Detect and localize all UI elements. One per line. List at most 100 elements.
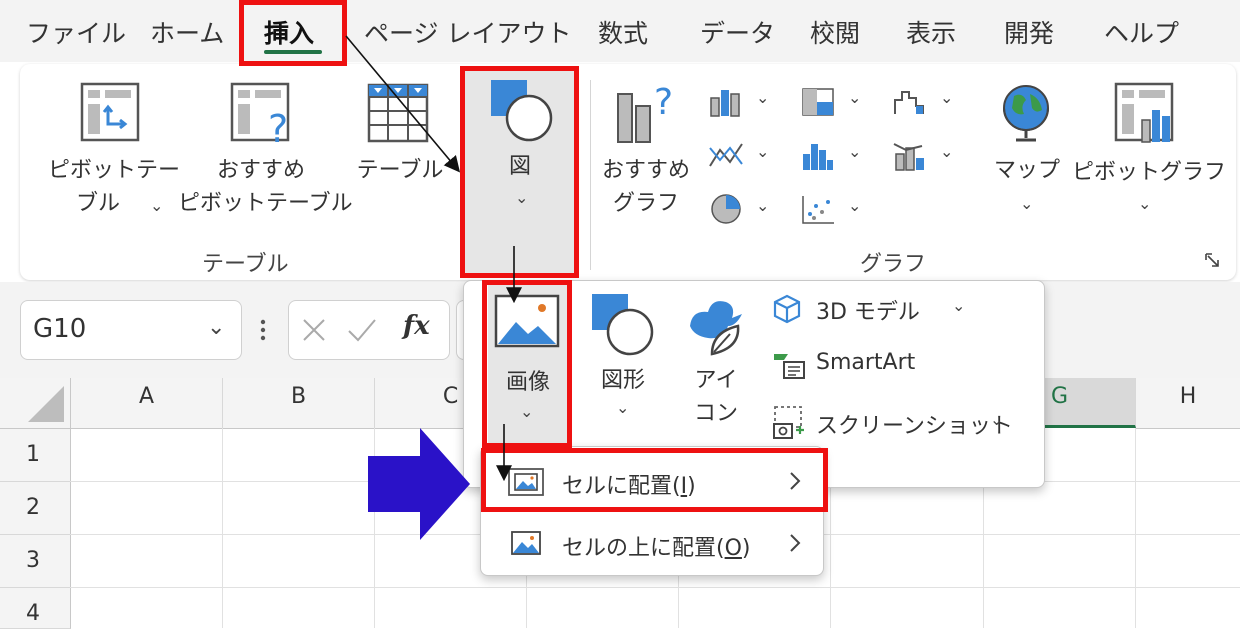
- tab-view[interactable]: 表示: [906, 14, 956, 50]
- shapes-icon: [592, 294, 654, 356]
- 3d-models-button[interactable]: 3D モデル ⌄: [772, 290, 1022, 328]
- pivot-table-label-2: ブル: [75, 191, 120, 216]
- chevron-down-icon: ⌄: [756, 196, 770, 215]
- dialog-launcher-icon[interactable]: [1204, 252, 1222, 270]
- cancel-icon[interactable]: [301, 317, 327, 343]
- shapes-label: 図形: [600, 368, 645, 393]
- chevron-down-icon: ⌄: [940, 142, 954, 161]
- line-chart-button[interactable]: ⌄: [708, 138, 778, 174]
- chevron-down-icon[interactable]: ⌄: [207, 315, 225, 340]
- grid-line: [1135, 428, 1136, 628]
- highlight-picture: [482, 280, 572, 448]
- column-chart-icon: [710, 90, 740, 117]
- smartart-icon: [774, 354, 805, 379]
- tab-data[interactable]: データ: [700, 14, 775, 50]
- chevron-down-icon: ⌄: [952, 296, 966, 315]
- recommended-pivot-button[interactable]: ? おすすめ ピボットテーブル: [178, 78, 353, 224]
- waterfall-chart-button[interactable]: ⌄: [892, 84, 962, 120]
- ribbon-separator: [590, 80, 591, 270]
- grid-line: [374, 428, 375, 628]
- screenshot-button[interactable]: スクリーンショット ⌄: [772, 402, 1022, 442]
- select-all-icon: [28, 386, 64, 422]
- pivot-table-label-1: ピボットテー: [48, 158, 181, 183]
- recommended-pivot-icon: ?: [230, 82, 290, 150]
- chevron-right-icon: [790, 534, 801, 552]
- recommended-pivot-label-2: ピボットテーブル: [178, 191, 353, 216]
- scatter-chart-icon: [802, 196, 834, 224]
- menu-bar: ファイル ホーム 挿入 ページ レイアウト 数式 データ 校閲 表示 開発 ヘル…: [0, 0, 1240, 62]
- chevron-down-icon: ⌄: [616, 398, 630, 417]
- waterfall-chart-icon: [894, 91, 924, 114]
- table-icon: [367, 83, 429, 143]
- tab-formulas[interactable]: 数式: [598, 14, 648, 50]
- chart-group-label: グラフ: [860, 252, 927, 277]
- pivot-chart-label: ピボットグラフ: [1072, 160, 1227, 185]
- row-header-2[interactable]: 2: [0, 482, 71, 535]
- recommended-charts-icon: ?: [617, 82, 673, 143]
- select-all-button[interactable]: [0, 378, 71, 429]
- svg-text:?: ?: [654, 82, 673, 123]
- highlight-place-in-cell: [481, 448, 828, 512]
- column-header-b[interactable]: B: [223, 378, 375, 429]
- more-options-icon[interactable]: [258, 318, 268, 342]
- smartart-label: SmartArt: [816, 350, 916, 375]
- table-button[interactable]: テーブル: [350, 78, 450, 224]
- row-header-1[interactable]: 1: [0, 429, 71, 482]
- table-group-label: テーブル: [202, 252, 289, 277]
- maps-label: マップ: [993, 158, 1060, 183]
- recommended-charts-label-1: おすすめ: [601, 158, 690, 183]
- pivot-table-icon: [80, 82, 140, 142]
- highlight-insert-tab: [239, 0, 347, 66]
- tab-review[interactable]: 校閲: [810, 14, 860, 50]
- hierarchy-chart-button[interactable]: ⌄: [800, 84, 870, 120]
- name-box[interactable]: G10 ⌄: [20, 300, 242, 360]
- grid-line: [222, 428, 223, 628]
- column-header-h[interactable]: H: [1136, 378, 1240, 429]
- screenshot-camera-icon: [773, 406, 804, 439]
- tab-page-layout[interactable]: ページ レイアウト: [364, 14, 571, 50]
- chevron-down-icon: ⌄: [1138, 194, 1152, 213]
- tab-help[interactable]: ヘルプ: [1104, 14, 1179, 50]
- tab-home[interactable]: ホーム: [150, 14, 224, 50]
- place-over-cells-label: セルの上に配置(O): [562, 536, 751, 561]
- pie-chart-button[interactable]: ⌄: [708, 192, 778, 228]
- insert-function-icon[interactable]: fx: [403, 311, 430, 341]
- highlight-illustrations: [460, 66, 579, 278]
- table-label: テーブル: [356, 158, 444, 183]
- smartart-button[interactable]: SmartArt: [772, 346, 1022, 384]
- icons-button[interactable]: アイ コン: [676, 284, 756, 444]
- place-over-cells-icon: [511, 531, 541, 555]
- tab-developer[interactable]: 開発: [1004, 14, 1054, 50]
- scatter-chart-button[interactable]: ⌄: [800, 192, 870, 228]
- row-header-4[interactable]: 4: [0, 588, 71, 629]
- recommended-charts-button[interactable]: ? おすすめ グラフ: [598, 78, 694, 224]
- pivot-chart-button[interactable]: ピボットグラフ ⌄: [1072, 78, 1227, 224]
- combo-chart-button[interactable]: ⌄: [892, 138, 962, 174]
- chevron-down-icon: ⌄: [756, 142, 770, 161]
- chevron-down-icon: ⌄: [848, 196, 862, 215]
- pivot-chart-icon: [1114, 82, 1174, 143]
- column-chart-button[interactable]: ⌄: [708, 84, 778, 120]
- row-header-3[interactable]: 3: [0, 535, 71, 588]
- statistic-chart-button[interactable]: ⌄: [800, 138, 870, 174]
- combo-chart-icon: [893, 143, 924, 171]
- chevron-down-icon: ⌄: [940, 88, 954, 107]
- cube-icon: [773, 294, 801, 324]
- maps-button[interactable]: マップ ⌄: [986, 78, 1068, 224]
- 3d-models-label: 3D モデル: [816, 300, 920, 325]
- chevron-down-icon: ⌄: [1020, 194, 1034, 213]
- grid-line: [70, 587, 1240, 588]
- chevron-down-icon: ⌄: [848, 142, 862, 161]
- column-header-a[interactable]: A: [71, 378, 223, 429]
- tab-file[interactable]: ファイル: [26, 14, 126, 50]
- pivot-table-button[interactable]: ピボットテー ブル ⌄: [48, 78, 181, 224]
- shapes-button[interactable]: 図形 ⌄: [580, 284, 666, 444]
- enter-check-icon[interactable]: [347, 317, 377, 343]
- screenshot-label: スクリーンショット: [816, 414, 1013, 439]
- recommended-pivot-label-1: おすすめ: [216, 158, 305, 183]
- histogram-chart-icon: [803, 144, 833, 170]
- treemap-chart-icon: [802, 88, 834, 116]
- formula-buttons: fx: [288, 300, 450, 360]
- bird-leaf-icon: [690, 301, 742, 356]
- place-over-cells-item[interactable]: セルの上に配置(O): [486, 516, 818, 572]
